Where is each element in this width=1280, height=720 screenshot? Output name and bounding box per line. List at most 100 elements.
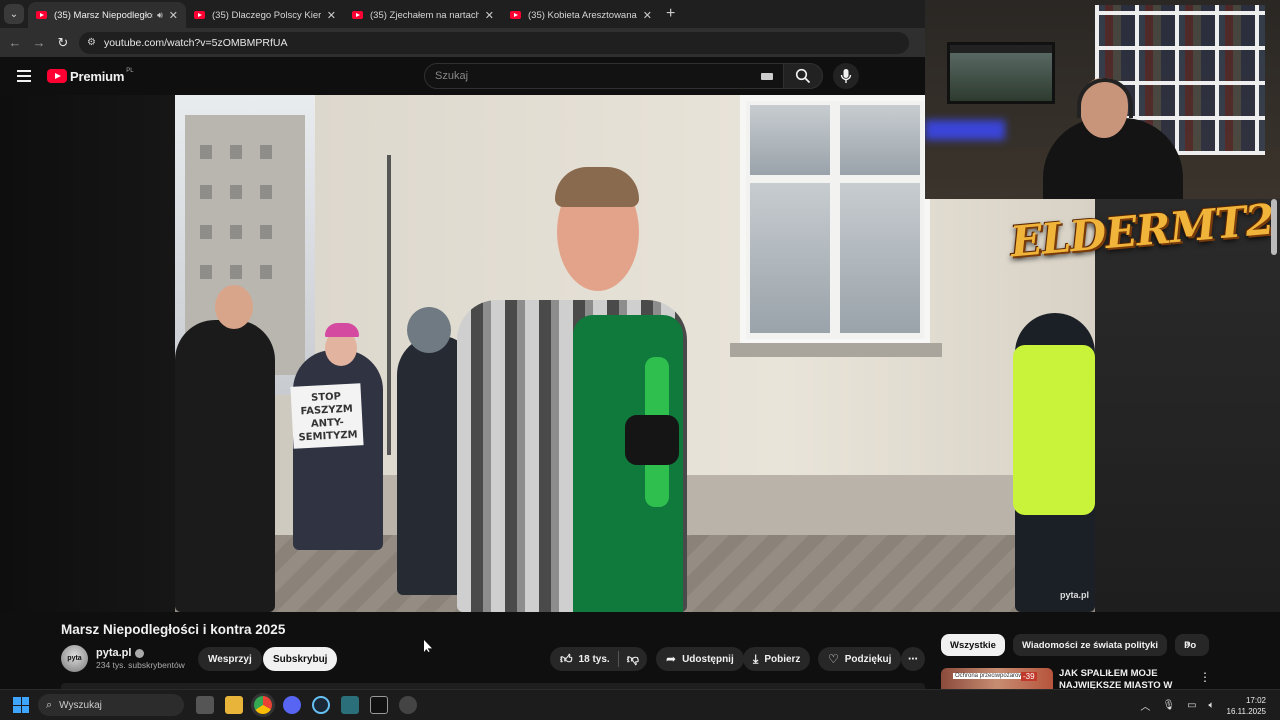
microphone-tray-icon[interactable]: 🎙︎ <box>1162 700 1175 711</box>
close-tab-icon[interactable]: ✕ <box>169 9 178 22</box>
region-code: PL <box>126 68 134 74</box>
channel-avatar[interactable]: pyta <box>61 645 88 672</box>
chip-politics[interactable]: Wiadomości ze świata polityki <box>1012 634 1168 656</box>
site-settings-icon[interactable]: ⚙ <box>87 37 96 48</box>
tab-kierowcy[interactable]: (35) Dlaczego Polscy Kierowcy ✕ <box>186 2 344 28</box>
channel-info: pyta pyta.pl 234 tys. subskrybentów <box>61 645 185 672</box>
verified-icon <box>135 648 145 658</box>
channel-name[interactable]: pyta.pl <box>96 647 131 659</box>
download-button[interactable]: ⤓ Pobierz <box>743 647 811 671</box>
video-main-person-hair <box>555 167 639 207</box>
speaker-icon[interactable]: 🔊︎ <box>157 10 163 21</box>
recommended-title[interactable]: JAK SPALIŁEM MOJE NAJWIĘKSZE MIASTO W AN… <box>1059 668 1194 689</box>
search-button[interactable] <box>783 63 823 89</box>
logo-text: Premium <box>70 68 125 84</box>
network-icon[interactable]: ▭ <box>1187 700 1196 711</box>
file-explorer-icon[interactable] <box>225 696 243 714</box>
channel-name-row[interactable]: pyta.pl <box>96 647 185 659</box>
youtube-favicon-icon <box>194 11 205 19</box>
webcam-desk-light <box>925 120 1005 140</box>
more-actions-button[interactable]: ⋯ <box>901 647 925 671</box>
avatar-text: pyta <box>67 655 82 662</box>
download-label: Pobierz <box>764 653 801 665</box>
windows-start-icon[interactable] <box>13 697 29 713</box>
chip-partial[interactable]: Po <box>1175 634 1210 656</box>
youtube-favicon-icon <box>36 11 47 19</box>
url-field[interactable]: ⚙ youtube.com/watch?v=5zOMBMPRfUA <box>79 31 909 54</box>
chip-all[interactable]: Wszystkie <box>941 634 1005 656</box>
browser-tab-bar: ⌄ (35) Marsz Niepodległości i 🔊︎ ✕ (35) … <box>0 0 925 28</box>
youtube-play-icon <box>47 69 67 83</box>
chrome-icon[interactable] <box>254 696 272 714</box>
task-view-icon[interactable] <box>196 696 214 714</box>
tab-search-button[interactable]: ⌄ <box>4 4 24 24</box>
back-icon[interactable]: ← <box>3 35 27 50</box>
close-tab-icon[interactable]: ✕ <box>643 9 652 22</box>
reload-icon[interactable]: ↻ <box>51 35 75 51</box>
youtube-logo[interactable]: Premium PL <box>47 68 134 84</box>
forward-icon[interactable]: → <box>27 35 51 50</box>
recommended-thumbnail[interactable]: Ochrona przeciwpożarowa -39 <box>941 668 1053 689</box>
share-button[interactable]: ➦ Udostępnij <box>656 647 744 671</box>
share-icon: ➦ <box>666 652 677 666</box>
tab-marsz[interactable]: (35) Marsz Niepodległości i 🔊︎ ✕ <box>28 2 186 28</box>
video-window <box>740 95 930 345</box>
video-pole <box>387 155 391 455</box>
support-button[interactable]: Wesprzyj <box>198 647 262 671</box>
search-input[interactable]: Szukaj <box>424 63 784 89</box>
xbox-app-icon[interactable] <box>341 696 359 714</box>
keyboard-icon[interactable] <box>761 73 773 80</box>
volume-icon[interactable]: 🔈︎ <box>1209 700 1215 711</box>
taskbar-search-input[interactable]: ⌕ Wyszukaj <box>38 694 184 716</box>
search-placeholder: Szukaj <box>435 70 469 82</box>
screen: ⌄ (35) Marsz Niepodległości i 🔊︎ ✕ (35) … <box>0 0 1280 720</box>
voice-search-button[interactable] <box>833 63 859 89</box>
youtube-header: Premium PL Szukaj <box>0 57 925 95</box>
like-count[interactable]: 18 tys. <box>579 654 610 665</box>
taskbar-search-placeholder: Wyszukaj <box>59 699 102 711</box>
windows-taskbar: ⌕ Wyszukaj ︿ 🎙︎ ▭ 🔈︎ 17:02 16.11.2025 <box>0 689 1280 720</box>
menu-icon[interactable] <box>17 67 31 85</box>
youtube-favicon-icon <box>510 11 521 19</box>
close-tab-icon[interactable]: ✕ <box>485 9 494 22</box>
tray-chevron-icon[interactable]: ︿ <box>1140 698 1150 713</box>
subscribe-button[interactable]: Subskrybuj <box>263 647 338 671</box>
url-text: youtube.com/watch?v=5zOMBMPRfUA <box>103 36 288 49</box>
video-hi-vis-vest <box>1013 345 1095 515</box>
video-window-sill <box>730 343 942 357</box>
thumbnail-tag: Ochrona przeciwpożarowa <box>953 673 1029 679</box>
video-protest-sign: STOP FASZYZM ANTY- SEMITYZM <box>290 383 364 449</box>
clock[interactable]: 17:02 16.11.2025 <box>1227 695 1266 717</box>
new-tab-icon[interactable]: + <box>666 5 675 23</box>
tab-title: (35) Kobieta Aresztowana za Uj <box>528 9 637 21</box>
search-icon <box>795 68 811 84</box>
like-icon[interactable]: 👍︎ <box>560 652 573 667</box>
video-glove <box>625 415 679 465</box>
video-pink-hat <box>325 323 359 337</box>
thanks-button[interactable]: ♡ Podziękuj <box>818 647 902 671</box>
discord-icon[interactable] <box>283 696 301 714</box>
steam-icon[interactable] <box>312 696 330 714</box>
page-scrollbar[interactable] <box>1271 199 1277 255</box>
close-tab-icon[interactable]: ✕ <box>327 9 336 22</box>
epic-games-icon[interactable] <box>370 696 388 714</box>
tab-title: (35) Dlaczego Polscy Kierowcy <box>212 9 321 21</box>
dislike-icon[interactable]: 👎︎ <box>627 652 639 667</box>
chevron-right-icon[interactable]: › <box>1186 636 1191 652</box>
video-person <box>175 320 275 612</box>
tab-title: (35) Marsz Niepodległości i <box>54 9 153 21</box>
like-divider <box>617 651 619 667</box>
system-tray: ︿ 🎙︎ ▭ 🔈︎ 17:02 16.11.2025 <box>1140 690 1280 720</box>
tab-kobieta[interactable]: (35) Kobieta Aresztowana za Uj ✕ <box>502 2 660 28</box>
channel-text: pyta.pl 234 tys. subskrybentów <box>96 647 185 670</box>
player-background-left <box>0 95 175 612</box>
recommended-more-icon[interactable]: ⋮ <box>1199 670 1211 684</box>
share-label: Udostępnij <box>682 653 734 665</box>
tab-narty[interactable]: (35) Zjechałem na nartach z Mo ✕ <box>344 2 502 28</box>
microphone-icon <box>840 69 852 83</box>
like-dislike-group: 👍︎ 18 tys. 👎︎ <box>550 647 647 671</box>
thanks-label: Podziękuj <box>844 653 892 665</box>
download-icon: ⤓ <box>753 651 759 666</box>
webcam-aquarium <box>947 42 1055 104</box>
app-icon[interactable] <box>399 696 417 714</box>
